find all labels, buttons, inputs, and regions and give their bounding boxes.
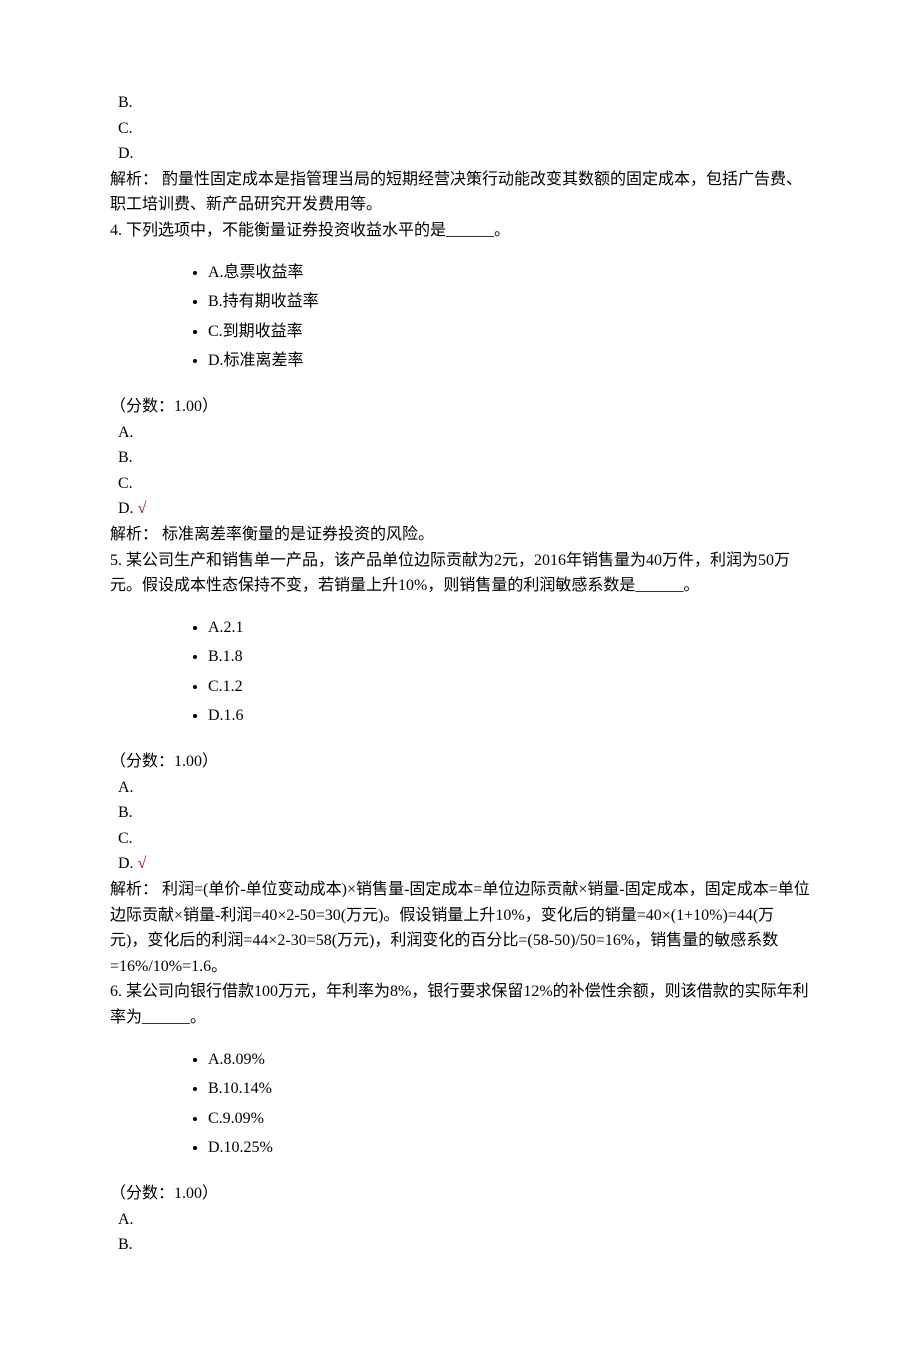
q4-option-a: A.息票收益率: [208, 260, 810, 286]
q6-option-b: B.10.14%: [208, 1076, 810, 1102]
q5-option-c: C.1.2: [208, 674, 810, 700]
q4-answer-a: A.: [110, 420, 810, 446]
q6-stem: 6. 某公司向银行借款100万元，年利率为8%，银行要求保留12%的补偿性余额，…: [110, 979, 810, 1030]
q5-answer-d: D.: [118, 855, 134, 872]
q3-answer-b: B.: [110, 90, 810, 116]
q6-option-a: A.8.09%: [208, 1047, 810, 1073]
q5-option-a: A.2.1: [208, 615, 810, 641]
q5-options: A.2.1 B.1.8 C.1.2 D.1.6: [110, 615, 810, 729]
q4-stem: 4. 下列选项中，不能衡量证券投资收益水平的是______。: [110, 218, 810, 244]
q4-option-c: C.到期收益率: [208, 319, 810, 345]
q6-answer-b: B.: [110, 1232, 810, 1258]
q5-score: （分数：1.00）: [110, 749, 810, 775]
q4-options: A.息票收益率 B.持有期收益率 C.到期收益率 D.标准离差率: [110, 260, 810, 374]
q5-answer-d-line: D.√: [110, 851, 810, 877]
q6-option-d: D.10.25%: [208, 1135, 810, 1161]
q6-score: （分数：1.00）: [110, 1181, 810, 1207]
q5-answer-a: A.: [110, 775, 810, 801]
q6-options: A.8.09% B.10.14% C.9.09% D.10.25%: [110, 1047, 810, 1161]
q4-explanation: 解析： 标准离差率衡量的是证券投资的风险。: [110, 522, 810, 548]
q5-explanation: 解析： 利润=(单价-单位变动成本)×销售量-固定成本=单位边际贡献×销量-固定…: [110, 877, 810, 979]
q6-option-c: C.9.09%: [208, 1106, 810, 1132]
q4-answer-c: C.: [110, 471, 810, 497]
q3-answer-d: D.: [110, 141, 810, 167]
q6-answer-a: A.: [110, 1207, 810, 1233]
q4-option-b: B.持有期收益率: [208, 289, 810, 315]
q5-answer-c: C.: [110, 826, 810, 852]
q4-answer-d: D.: [118, 500, 134, 517]
q3-answer-c: C.: [110, 116, 810, 142]
check-icon: √: [138, 855, 147, 872]
q4-score: （分数：1.00）: [110, 394, 810, 420]
q5-stem: 5. 某公司生产和销售单一产品，该产品单位边际贡献为2元，2016年销售量为40…: [110, 548, 810, 599]
q4-answer-b: B.: [110, 445, 810, 471]
q5-answer-b: B.: [110, 800, 810, 826]
q4-answer-d-line: D.√: [110, 496, 810, 522]
q5-option-b: B.1.8: [208, 644, 810, 670]
q5-option-d: D.1.6: [208, 703, 810, 729]
check-icon: √: [138, 500, 147, 517]
q3-explanation: 解析： 酌量性固定成本是指管理当局的短期经营决策行动能改变其数额的固定成本，包括…: [110, 167, 810, 218]
q4-option-d: D.标准离差率: [208, 348, 810, 374]
